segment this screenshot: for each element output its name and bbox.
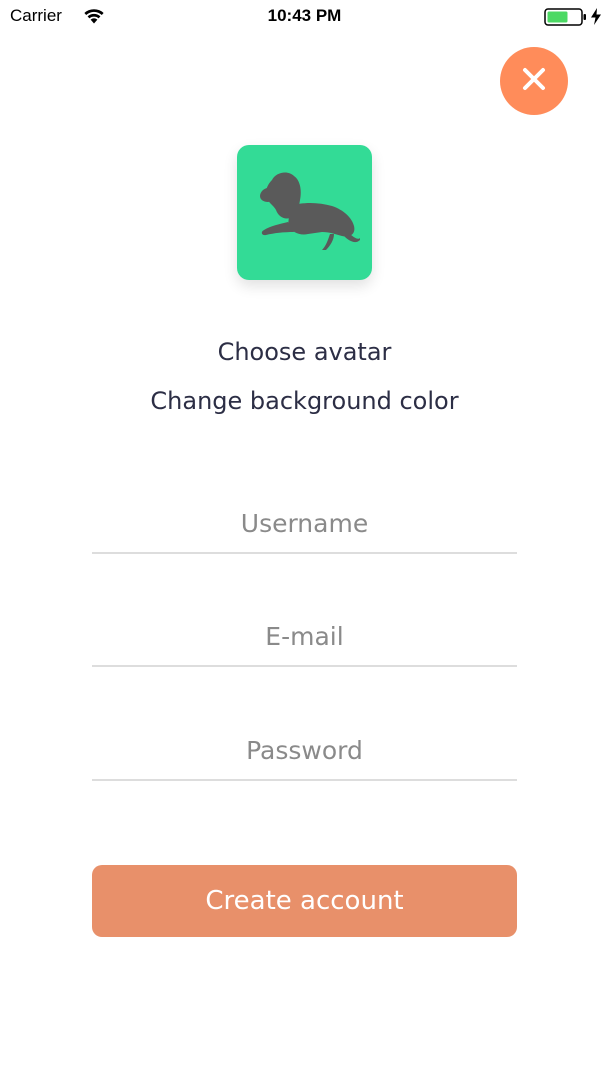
username-field[interactable] (92, 494, 517, 554)
password-field[interactable] (92, 721, 517, 781)
choose-avatar-link[interactable]: Choose avatar (0, 338, 609, 366)
change-background-link[interactable]: Change background color (0, 387, 609, 415)
lion-icon (250, 166, 360, 260)
signup-screen: Carrier 10:43 PM Choose avatar Change ba… (0, 0, 609, 1083)
charging-icon (590, 8, 602, 25)
close-icon (521, 66, 547, 96)
avatar[interactable] (237, 145, 372, 280)
create-account-button[interactable]: Create account (92, 865, 517, 937)
email-field[interactable] (92, 607, 517, 667)
close-button[interactable] (500, 47, 568, 115)
battery-icon (544, 8, 588, 26)
clock: 10:43 PM (267, 6, 342, 25)
status-bar: Carrier 10:43 PM (0, 0, 609, 34)
